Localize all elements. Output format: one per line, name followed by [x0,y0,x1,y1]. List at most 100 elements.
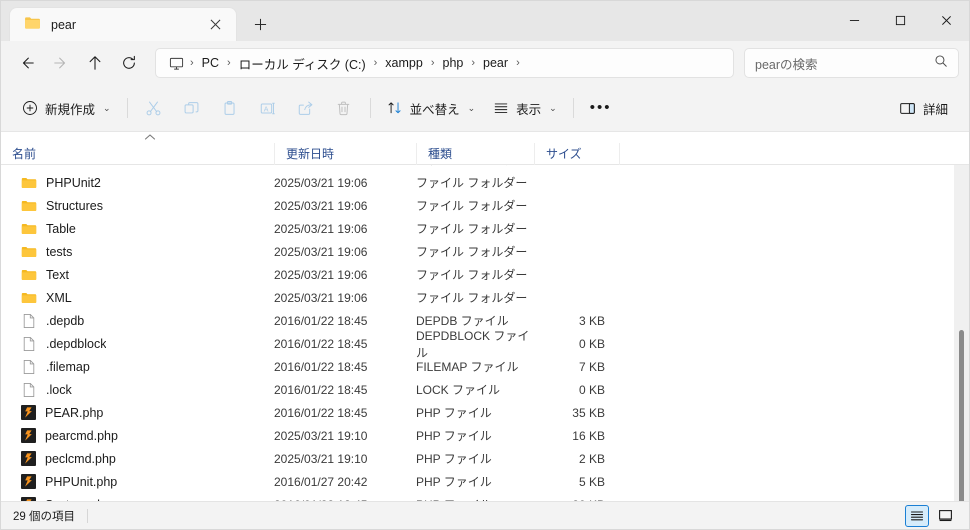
file-name-cell: .filemap [5,359,274,375]
table-row[interactable]: XML 2025/03/21 19:06 ファイル フォルダー [1,286,969,309]
more-options-button[interactable]: ••• [581,92,621,124]
table-row[interactable]: peclcmd.php 2025/03/21 19:10 PHP ファイル 2 KB [1,447,969,470]
file-type-cell: PHP ファイル [416,475,492,489]
breadcrumb-item-php[interactable]: php [436,53,471,73]
folder-icon [21,292,37,303]
file-type-cell: PHP ファイル [416,496,534,501]
scrollbar-thumb[interactable] [959,330,964,501]
file-date-cell: 2025/03/21 19:06 [274,244,368,259]
table-row[interactable]: .depdblock 2016/01/22 18:45 DEPDBLOCK ファイル… [1,329,969,360]
column-header-name[interactable]: 名前 [1,143,274,165]
file-type-cell: DEPDBLOCK ファイル [416,328,530,360]
file-name-label: .lock [46,382,72,397]
file-name-cell: Structures [5,198,274,214]
folder-icon [21,223,37,234]
file-date-cell: 2016/01/22 18:45 [274,382,368,397]
table-row[interactable]: Structures 2025/03/21 19:06 ファイル フォルダー [1,194,969,217]
vertical-scrollbar[interactable] [954,165,969,501]
file-date-cell: 2016/01/22 18:45 [274,313,368,328]
search-icon[interactable] [934,54,948,73]
file-date-cell: 2016/01/27 20:42 [274,474,368,489]
table-row[interactable]: PEAR.php 2016/01/22 18:45 PHP ファイル 35 KB [1,401,969,424]
file-size-cell: 5 KB [578,474,605,489]
view-toggle-group [905,504,957,527]
new-button[interactable]: 新規作成 ⌄ [13,92,120,124]
details-pane-icon [900,102,915,114]
details-pane-button[interactable]: 詳細 [890,92,957,124]
file-name-cell: System.php [5,497,274,501]
maximize-button[interactable] [877,1,923,39]
blank-file-icon [23,382,35,397]
table-row[interactable]: .filemap 2016/01/22 18:45 FILEMAP ファイル 7 KB [1,355,969,378]
details-pane-label: 詳細 [922,102,948,117]
file-name-cell: Text [5,267,274,283]
breadcrumb-separator: › [430,57,435,69]
breadcrumb-item-local-disk[interactable]: ローカル ディスク (C:) [232,51,373,76]
item-count-label: 29 個の項目 [13,510,75,523]
breadcrumb-separator: › [190,57,194,69]
refresh-button[interactable] [113,47,145,79]
breadcrumb-item-xampp[interactable]: xampp [378,53,430,73]
breadcrumb-item-pc[interactable]: PC [195,53,226,73]
file-rows: PHPUnit2025/03/21 19:06ファイル フォルダーPHPUnit… [1,165,969,501]
close-window-button[interactable] [923,1,969,39]
new-button-label: 新規作成 [45,102,96,117]
copy-button[interactable] [173,92,211,124]
sort-button[interactable]: 並べ替え ⌄ [378,92,485,124]
search-input[interactable]: pearの検索 [744,48,959,78]
breadcrumb-separator-trailing[interactable]: › [515,57,521,69]
large-icons-view-icon [938,510,952,522]
file-name-cell: XML [5,290,274,306]
file-type-cell: ファイル フォルダー [416,165,534,168]
php-file-icon [21,474,36,489]
table-row[interactable]: tests 2025/03/21 19:06 ファイル フォルダー [1,240,969,263]
file-rows-viewport: PHPUnit2025/03/21 19:06ファイル フォルダーPHPUnit… [1,165,969,501]
up-button[interactable] [79,47,111,79]
file-date-cell: 2025/03/21 19:06 [274,198,368,213]
large-icons-view-toggle[interactable] [933,505,957,527]
table-row[interactable]: PHPUnit.php 2016/01/27 20:42 PHP ファイル 5 KB [1,470,969,493]
file-date-cell: 2025/03/21 19:06 [274,175,368,190]
details-view-toggle[interactable] [905,504,929,527]
cut-button[interactable] [135,92,173,124]
close-tab-icon[interactable] [202,12,228,38]
breadcrumb[interactable]: › PC › ローカル ディスク (C:) › xampp › php › pe… [155,48,734,78]
tab-pear[interactable]: pear [9,7,237,41]
table-row[interactable]: pearcmd.php 2025/03/21 19:10 PHP ファイル 16 KB [1,424,969,447]
back-button[interactable] [11,47,43,79]
file-size-cell: 16 KB [572,428,605,443]
sort-indicator-strip [1,132,969,143]
file-type-cell: LOCK ファイル [416,383,501,397]
column-header-date[interactable]: 更新日時 [274,142,416,165]
title-bar: pear [1,1,969,41]
column-header-type[interactable]: 種類 [416,142,534,165]
breadcrumb-item-pear[interactable]: pear [476,53,515,73]
delete-button[interactable] [325,92,363,124]
tab-strip: pear [1,1,277,41]
view-button[interactable]: 表示 ⌄ [484,92,566,124]
file-size-cell: 7 KB [578,359,605,374]
blank-file-icon [23,359,35,374]
ascending-chevron-icon [144,134,156,140]
table-row[interactable]: Text 2025/03/21 19:06 ファイル フォルダー [1,263,969,286]
table-row[interactable]: Table 2025/03/21 19:06 ファイル フォルダー [1,217,969,240]
forward-button[interactable] [45,47,77,79]
file-date-cell: 2025/03/21 19:10 [274,428,368,443]
file-name-cell: peclcmd.php [5,451,274,466]
minimize-button[interactable] [831,1,877,39]
paste-button[interactable] [211,92,249,124]
share-button[interactable] [287,92,325,124]
table-row[interactable]: PHPUnit2 2025/03/21 19:06 ファイル フォルダー [1,171,969,194]
folder-icon [21,165,37,168]
file-type-cell: PHP ファイル [416,452,492,466]
table-row[interactable]: System.php 2016/01/22 18:45PHP ファイル20 KB [1,493,969,501]
rename-button[interactable]: A [249,92,287,124]
table-row[interactable]: .lock 2016/01/22 18:45 LOCK ファイル 0 KB [1,378,969,401]
this-pc-monitor-icon[interactable] [164,53,189,74]
breadcrumb-separator: › [227,57,231,69]
column-header-size[interactable]: サイズ [534,142,619,165]
file-date-cell: 2016/01/22 18:45 [274,498,416,502]
new-tab-button[interactable] [243,9,277,39]
scissors-icon [146,101,161,115]
folder-icon [24,14,41,36]
